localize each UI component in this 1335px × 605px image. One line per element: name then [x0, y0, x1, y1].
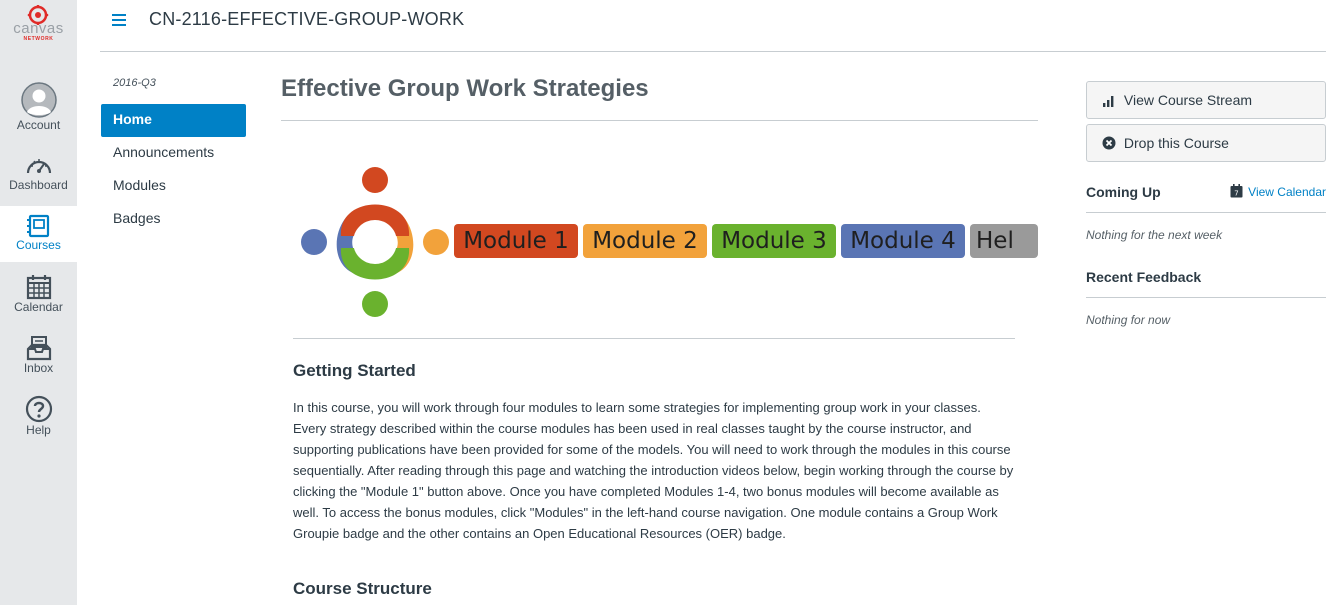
view-course-stream-label: View Course Stream — [1123, 92, 1253, 108]
calendar-small-icon: 7 — [1230, 184, 1243, 198]
course-nav-home[interactable]: Home — [101, 104, 246, 137]
module-banner: Module 1 Module 2 Module 3 Module 4 Hel — [298, 166, 1038, 318]
right-sidebar: View Course Stream Drop this Course Comi… — [1086, 81, 1326, 349]
global-nav-inbox[interactable]: Inbox — [0, 335, 77, 381]
calendar-icon — [26, 275, 51, 300]
section-divider — [293, 338, 1015, 339]
inbox-icon — [26, 336, 51, 361]
nav-label-dashboard: Dashboard — [9, 178, 68, 192]
logo-subtext: NETWORK — [23, 36, 54, 42]
view-calendar-label: View Calendar — [1248, 185, 1326, 199]
recent-feedback-header: Recent Feedback — [1086, 264, 1326, 298]
global-nav-calendar[interactable]: Calendar — [0, 274, 77, 320]
module-4-button[interactable]: Module 4 — [841, 224, 965, 258]
global-nav-help[interactable]: Help — [0, 395, 77, 441]
stats-bars-icon — [1103, 96, 1114, 107]
x-circle-icon — [1102, 136, 1116, 150]
course-term: 2016-Q3 — [113, 77, 156, 89]
drop-course-label: Drop this Course — [1123, 135, 1229, 151]
drop-course-button[interactable]: Drop this Course — [1086, 124, 1326, 162]
courses-icon — [26, 214, 49, 238]
module-2-button[interactable]: Module 2 — [583, 224, 707, 258]
group-people-logo-icon — [301, 167, 449, 317]
recent-feedback-heading: Recent Feedback — [1086, 269, 1202, 285]
global-nav-account[interactable]: Account — [0, 82, 77, 137]
course-nav-modules[interactable]: Modules — [101, 170, 246, 203]
view-course-stream-button[interactable]: View Course Stream — [1086, 81, 1326, 119]
canvas-network-logo[interactable]: canvas NETWORK — [0, 2, 77, 52]
coming-up-heading: Coming Up — [1086, 184, 1161, 200]
nav-label-courses: Courses — [16, 238, 61, 252]
nav-label-account: Account — [16, 118, 61, 132]
course-nav-badges[interactable]: Badges — [101, 203, 246, 236]
getting-started-text: In this course, you will work through fo… — [293, 400, 1014, 541]
global-nav: canvas NETWORK Account Dashboard Courses… — [0, 0, 77, 605]
course-header: CN-2116-EFFECTIVE-GROUP-WORK — [100, 0, 1326, 52]
view-calendar-link[interactable]: 7 View Calendar — [1230, 179, 1326, 205]
help-module-button[interactable]: Hel — [970, 224, 1038, 258]
svg-text:7: 7 — [1234, 190, 1238, 198]
course-nav: 2016-Q3 Home Announcements Modules Badge… — [101, 70, 246, 236]
module-1-button[interactable]: Module 1 — [454, 224, 578, 258]
course-structure-heading: Course Structure — [293, 579, 432, 598]
global-nav-dashboard[interactable]: Dashboard — [0, 154, 77, 200]
getting-started-heading: Getting Started — [293, 361, 416, 380]
avatar-icon — [20, 82, 57, 118]
page-title: Effective Group Work Strategies — [281, 75, 1038, 121]
dashboard-icon — [26, 159, 51, 174]
nav-label-inbox: Inbox — [23, 361, 54, 375]
nav-label-help: Help — [26, 423, 51, 437]
coming-up-empty-text: Nothing for the next week — [1086, 228, 1223, 242]
recent-feedback-empty-text: Nothing for now — [1086, 313, 1171, 327]
module-3-button[interactable]: Module 3 — [712, 224, 836, 258]
canvas-logo-icon — [27, 5, 49, 25]
main-content: Effective Group Work Strategies Module 1… — [281, 70, 1038, 598]
global-nav-courses[interactable]: Courses — [0, 206, 77, 262]
course-nav-announcements[interactable]: Announcements — [101, 137, 246, 170]
hamburger-menu-icon[interactable] — [112, 14, 126, 26]
course-title: CN-2116-EFFECTIVE-GROUP-WORK — [149, 9, 465, 29]
coming-up-header: Coming Up 7 View Calendar — [1086, 179, 1326, 213]
nav-label-calendar: Calendar — [14, 300, 63, 314]
help-icon — [25, 395, 52, 423]
